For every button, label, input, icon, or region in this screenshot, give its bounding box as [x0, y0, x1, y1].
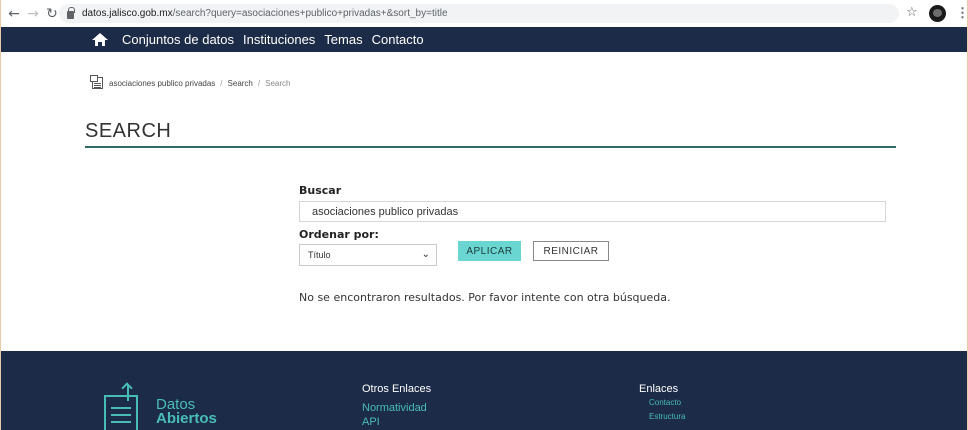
datos-abiertos-logo[interactable]: Datos Abiertos — [104, 385, 244, 430]
breadcrumb-separator: / — [257, 78, 261, 88]
footer-link-normatividad[interactable]: Normatividad — [362, 402, 427, 414]
lock-icon — [67, 6, 75, 19]
sort-selected-value: Título — [308, 250, 331, 260]
nav-conjuntos-de-datos[interactable]: Conjuntos de datos — [122, 32, 234, 47]
back-icon[interactable]: ← — [7, 6, 21, 22]
footer-enlaces-title: Enlaces — [639, 383, 679, 395]
page-title: SEARCH — [85, 120, 172, 142]
browser-toolbar: ← → ↻ datos.jalisco.gob.mx/search?query=… — [1, 0, 967, 27]
url-path: /search?query=asociaciones+publico+priva… — [172, 8, 448, 19]
search-input[interactable] — [299, 201, 886, 222]
sort-select[interactable]: Título ⌄ — [299, 244, 437, 266]
breadcrumb-separator: / — [220, 78, 223, 88]
no-results-message: No se encontraron resultados. Por favor … — [299, 291, 671, 304]
document-icon — [104, 395, 138, 430]
reload-icon[interactable]: ↻ — [45, 6, 59, 22]
home-icon[interactable] — [92, 33, 108, 46]
nav-instituciones[interactable]: Instituciones — [243, 32, 315, 47]
title-divider — [85, 146, 896, 148]
url-domain: datos.jalisco.gob.mx — [82, 8, 173, 19]
footer-link-api[interactable]: API — [362, 416, 380, 428]
breadcrumb-item-current: Search — [265, 78, 291, 88]
address-bar[interactable]: datos.jalisco.gob.mx/search?query=asocia… — [59, 4, 899, 23]
upload-arrow-icon — [127, 385, 129, 401]
url-text: datos.jalisco.gob.mx/search?query=asocia… — [82, 8, 448, 19]
nav-contacto[interactable]: Contacto — [372, 32, 424, 47]
logo-line-2: Abiertos — [156, 410, 217, 427]
reset-button[interactable]: REINICIAR — [533, 241, 609, 261]
chevron-down-icon: ⌄ — [421, 249, 430, 260]
profile-avatar[interactable] — [929, 5, 946, 22]
breadcrumb-item-dataset[interactable]: asociaciones publico privadas — [109, 79, 215, 88]
menu-kebab-icon[interactable]: ⋮ — [956, 5, 967, 21]
bookmark-star-icon[interactable]: ☆ — [906, 5, 918, 20]
dataset-icon — [90, 75, 103, 89]
apply-button[interactable]: APLICAR — [458, 241, 521, 261]
page: ← → ↻ datos.jalisco.gob.mx/search?query=… — [0, 0, 968, 430]
footer-link-contacto[interactable]: Contacto — [649, 398, 681, 407]
nav-temas[interactable]: Temas — [324, 32, 362, 47]
breadcrumb-item-search[interactable]: Search — [228, 79, 253, 88]
footer-link-estructura[interactable]: Estructura — [649, 412, 685, 421]
site-nav: Conjuntos de datos Instituciones Temas C… — [1, 27, 967, 52]
search-label: Buscar — [299, 184, 342, 197]
breadcrumb: asociaciones publico privadas / Search /… — [90, 75, 291, 89]
sort-label: Ordenar por: — [299, 228, 379, 241]
forward-icon[interactable]: → — [26, 6, 40, 22]
footer-otros-enlaces-title: Otros Enlaces — [362, 383, 432, 395]
logo-text: Datos Abiertos — [156, 397, 217, 427]
